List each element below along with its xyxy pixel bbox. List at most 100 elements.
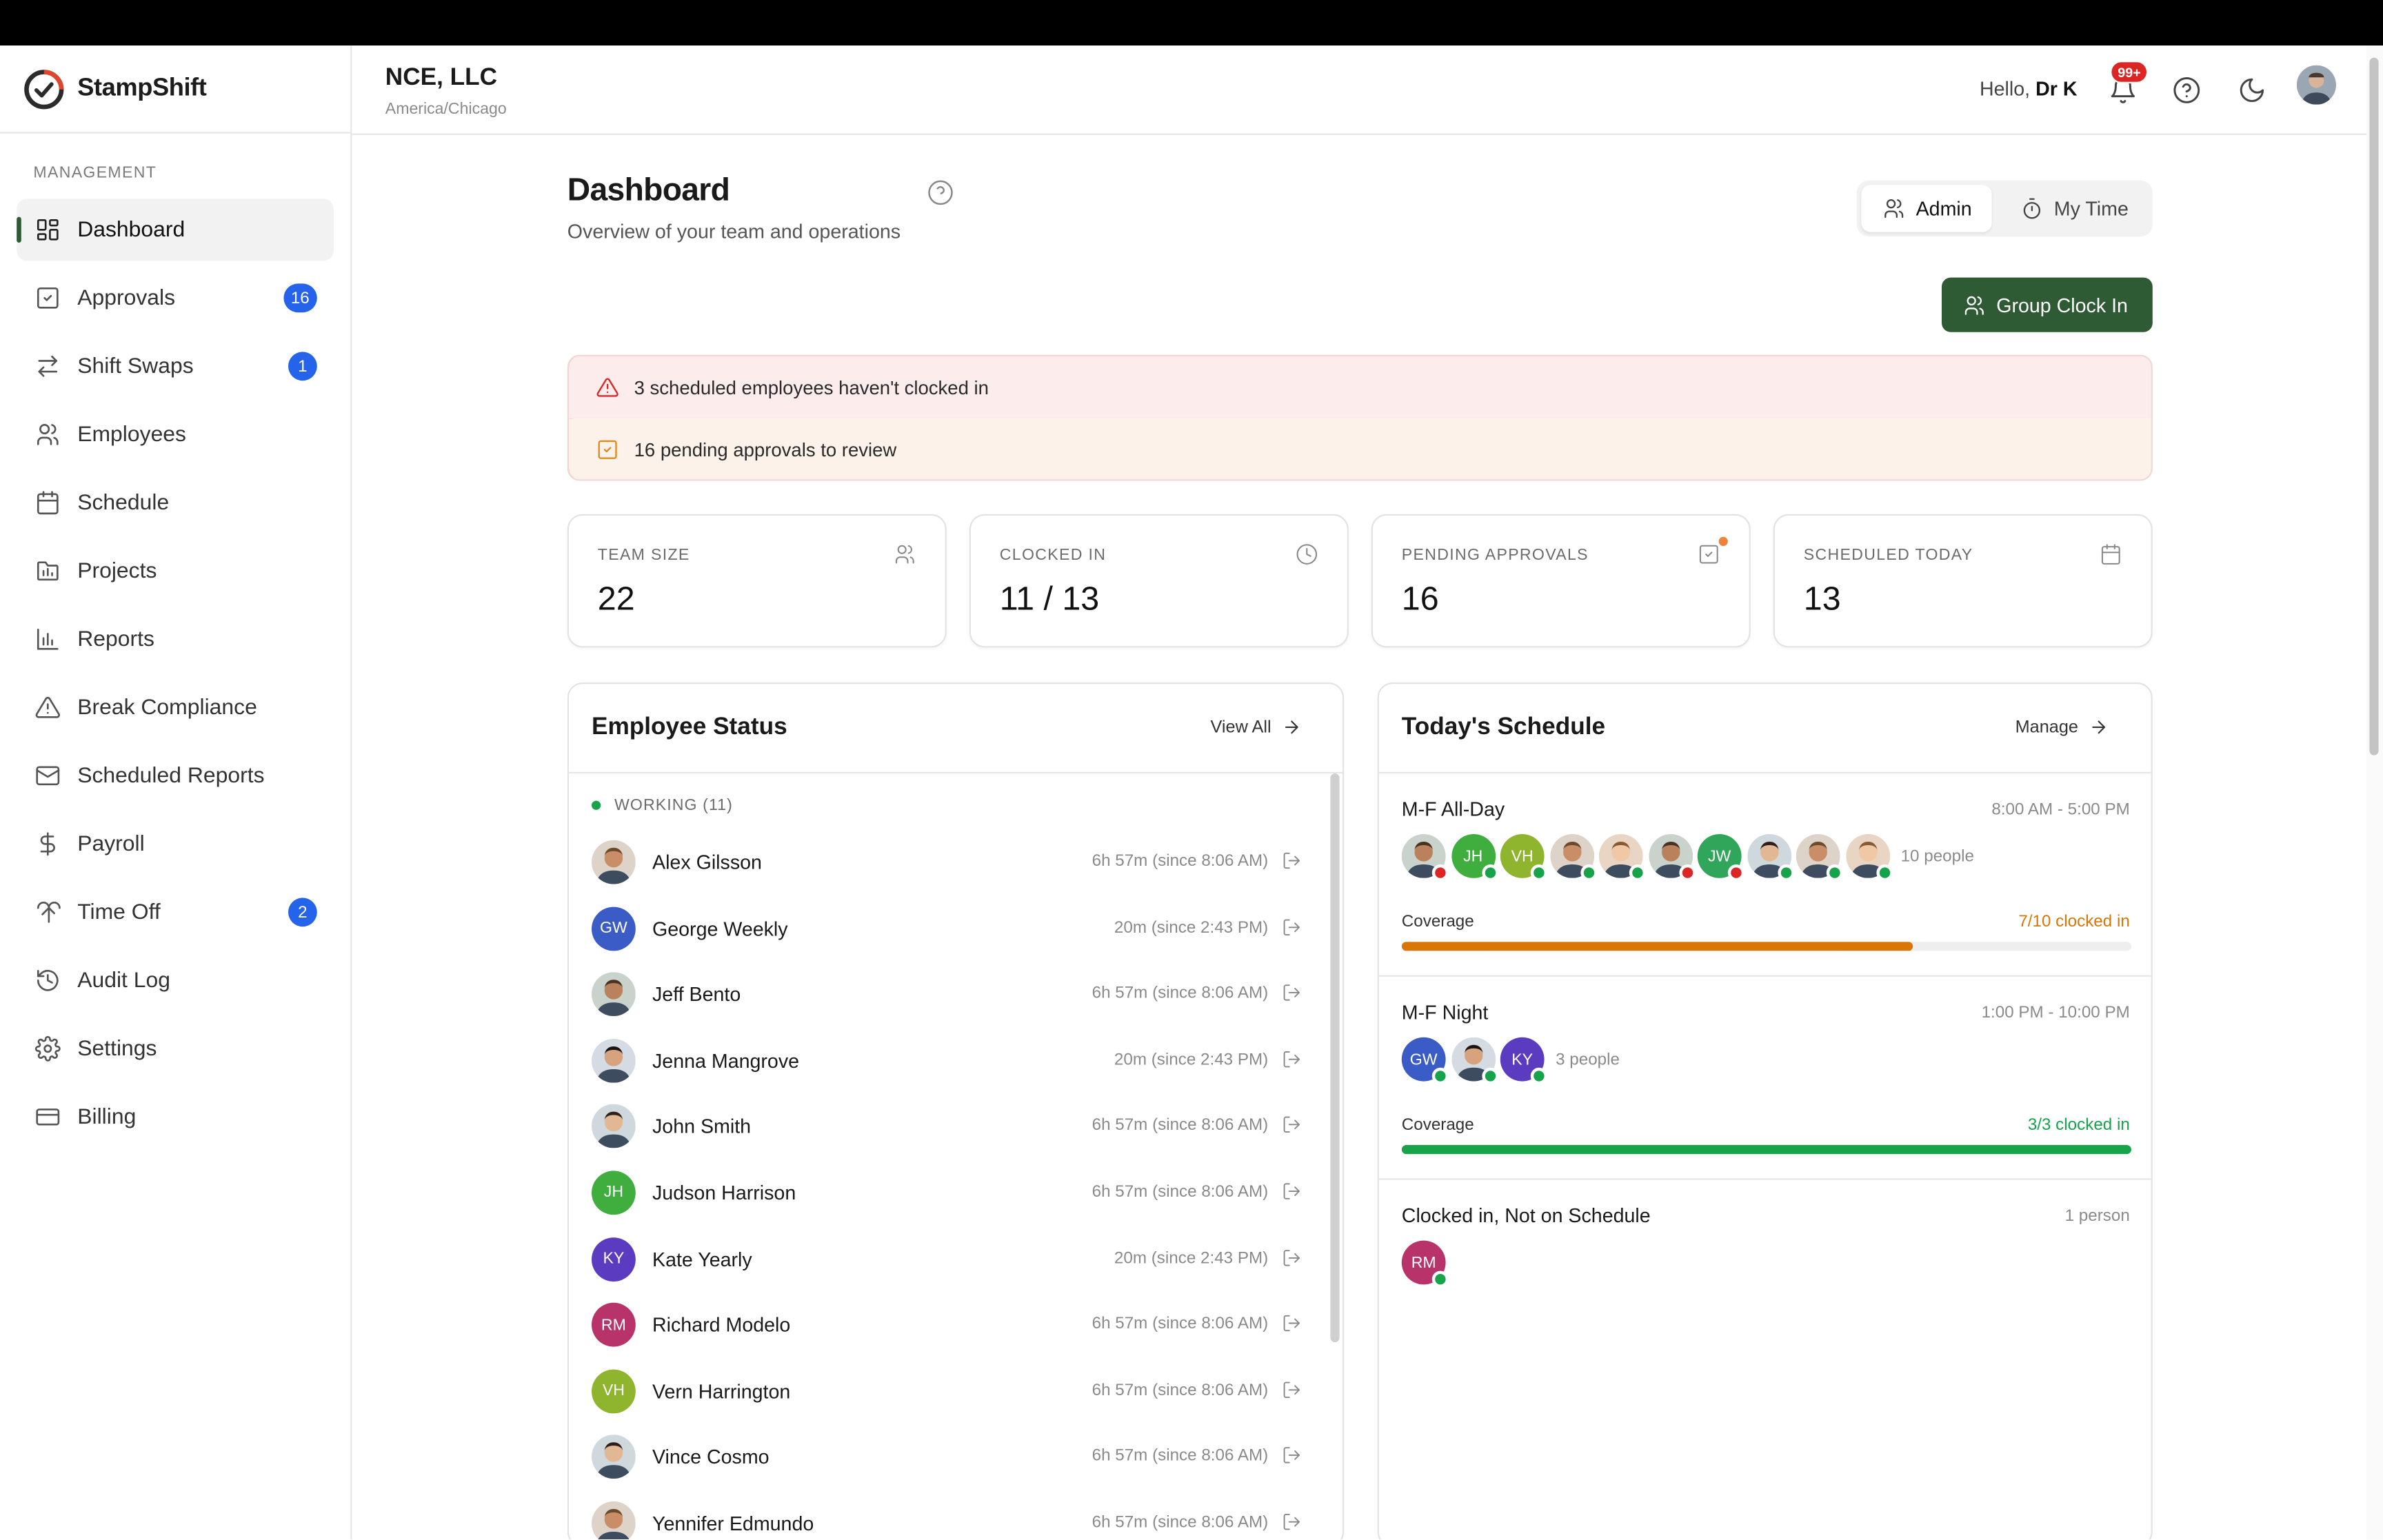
user-avatar[interactable]: [2296, 65, 2336, 105]
avatar[interactable]: [1845, 834, 1893, 882]
stat-clocked-in: CLOCKED IN 11 / 13: [969, 514, 1349, 648]
avatar[interactable]: [1549, 834, 1597, 882]
help-icon: [2173, 76, 2200, 103]
employee-row[interactable]: JH Judson Harrison 6h 57m (since 8:06 AM): [569, 1160, 1327, 1226]
avatar[interactable]: GW: [1401, 1037, 1449, 1084]
alert-missing-clock-ins[interactable]: 3 scheduled employees haven't clocked in: [569, 356, 2151, 419]
employee-row[interactable]: KY Kate Yearly 20m (since 2:43 PM): [569, 1226, 1327, 1293]
avatar[interactable]: JH: [1451, 834, 1498, 882]
shift-members: GW KY 3 people: [1401, 1037, 1620, 1084]
greeting-user-name: Dr K: [2035, 77, 2078, 101]
sidebar-item-shift-swaps[interactable]: Shift Swaps 1: [17, 335, 334, 397]
clock-out-button[interactable]: [1282, 1512, 1303, 1533]
page-scrollbar[interactable]: [2366, 45, 2383, 1539]
sidebar-item-employees[interactable]: Employees: [17, 403, 334, 465]
manage-link[interactable]: Manage: [2015, 718, 2109, 738]
working-group-text: WORKING (11): [614, 796, 733, 815]
people-count: 3 people: [1556, 1050, 1620, 1068]
dashboard-icon: [33, 216, 61, 244]
avatar[interactable]: RM: [1401, 1240, 1449, 1288]
check-square-icon: [598, 440, 617, 459]
clock-out-button[interactable]: [1282, 983, 1303, 1004]
stat-value: 16: [1401, 579, 1439, 618]
sidebar-item-badge: 1: [288, 352, 317, 381]
clock-out-button[interactable]: [1282, 1248, 1303, 1269]
coverage-value: 3/3 clocked in: [2027, 1116, 2130, 1135]
avatar[interactable]: [1796, 834, 1843, 882]
timer-icon: [2023, 198, 2041, 219]
employee-row[interactable]: Vince Cosmo 6h 57m (since 8:06 AM): [569, 1425, 1327, 1491]
card-divider: [569, 771, 1343, 773]
org-name[interactable]: NCE, LLC: [385, 65, 497, 93]
dark-mode-toggle[interactable]: [2235, 73, 2268, 106]
avatar[interactable]: [1747, 834, 1794, 882]
sidebar-item-schedule[interactable]: Schedule: [17, 472, 334, 534]
employee-row[interactable]: John Smith 6h 57m (since 8:06 AM): [569, 1094, 1327, 1160]
sidebar-item-audit-log[interactable]: Audit Log: [17, 949, 334, 1011]
avatar[interactable]: [1401, 834, 1449, 882]
avatar: JH: [592, 1171, 636, 1215]
clock-out-button[interactable]: [1282, 1049, 1303, 1071]
employee-working-time: 6h 57m (since 8:06 AM): [1092, 984, 1269, 1003]
brand[interactable]: StampShift: [0, 45, 351, 134]
sidebar-nav: Dashboard Approvals 16 Shift Swaps 1 Employee…: [0, 199, 350, 1148]
employee-working-time: 6h 57m (since 8:06 AM): [1092, 1182, 1269, 1202]
employee-working-time: 6h 57m (since 8:06 AM): [1092, 1513, 1269, 1532]
avatar[interactable]: JW: [1697, 834, 1744, 882]
alert-pending-approvals[interactable]: 16 pending approvals to review: [569, 418, 2151, 480]
status-dot: [1678, 864, 1696, 882]
employee-row[interactable]: Jenna Mangrove 20m (since 2:43 PM): [569, 1028, 1327, 1094]
stat-scheduled-today: SCHEDULED TODAY 13: [1773, 514, 2153, 648]
avatar-initials: JH: [1463, 847, 1483, 866]
sidebar-item-projects[interactable]: Projects: [17, 540, 334, 602]
avatar[interactable]: VH: [1500, 834, 1547, 882]
sidebar-item-billing[interactable]: Billing: [17, 1086, 334, 1148]
sidebar-item-time-off[interactable]: Time Off 2: [17, 881, 334, 943]
sidebar-item-approvals[interactable]: Approvals 16: [17, 267, 334, 329]
clock-out-button[interactable]: [1282, 851, 1303, 872]
clock-out-button[interactable]: [1282, 1115, 1303, 1137]
page-scrollbar-thumb[interactable]: [2369, 57, 2379, 756]
sidebar-item-payroll[interactable]: Payroll: [17, 813, 334, 875]
clock-out-button[interactable]: [1282, 1314, 1303, 1335]
clock-out-button[interactable]: [1282, 917, 1303, 938]
employee-name: John Smith: [652, 1115, 752, 1138]
view-all-link[interactable]: View All: [1210, 718, 1301, 738]
clock-out-button[interactable]: [1282, 1182, 1303, 1203]
employee-row[interactable]: VH Vern Harrington 6h 57m (since 8:06 AM): [569, 1359, 1327, 1425]
sidebar-item-scheduled-reports[interactable]: Scheduled Reports: [17, 744, 334, 807]
page-help-button[interactable]: [927, 179, 954, 207]
employee-status-card: Employee Status View All WORKING (11) Al…: [567, 682, 1345, 1539]
clock-out-button[interactable]: [1282, 1379, 1303, 1401]
sidebar-item-settings[interactable]: Settings: [17, 1017, 334, 1080]
moon-icon: [2239, 77, 2263, 101]
avatar[interactable]: [1648, 834, 1696, 882]
admin-view-button[interactable]: Admin: [1861, 185, 1992, 232]
employee-row[interactable]: Yennifer Edmundo 6h 57m (since 8:06 AM): [569, 1490, 1327, 1539]
unscheduled-members: RM: [1401, 1240, 1451, 1288]
employee-row[interactable]: Alex Gilsson 6h 57m (since 8:06 AM): [569, 829, 1327, 895]
sidebar-item-break-compliance[interactable]: Break Compliance: [17, 676, 334, 738]
employee-working-time: 6h 57m (since 8:06 AM): [1092, 1117, 1269, 1135]
group-clock-in-button[interactable]: Group Clock In: [1942, 277, 2153, 332]
avatar[interactable]: [1598, 834, 1646, 882]
employee-working-time: 20m (since 2:43 PM): [1114, 918, 1269, 937]
log-out-icon: [1283, 1117, 1300, 1133]
help-button[interactable]: [2169, 73, 2202, 106]
sidebar-item-dashboard[interactable]: Dashboard: [17, 199, 334, 261]
avatar[interactable]: [1451, 1037, 1498, 1084]
employee-list-scrollbar[interactable]: [1330, 773, 1340, 1342]
my-time-view-button[interactable]: My Time: [2000, 185, 2149, 232]
clock-out-button[interactable]: [1282, 1446, 1303, 1467]
coverage-bar-fill: [1401, 1145, 2131, 1155]
status-dot: [1530, 1067, 1547, 1084]
sidebar-item-label: Time Off: [77, 900, 161, 924]
working-group-label: WORKING (11): [592, 796, 733, 814]
employee-row[interactable]: RM Richard Modelo 6h 57m (since 8:06 AM): [569, 1293, 1327, 1359]
employee-row[interactable]: GW George Weekly 20m (since 2:43 PM): [569, 895, 1327, 962]
avatar[interactable]: KY: [1500, 1037, 1547, 1084]
sidebar-item-reports[interactable]: Reports: [17, 608, 334, 670]
employee-row[interactable]: Jeff Bento 6h 57m (since 8:06 AM): [569, 962, 1327, 1028]
unscheduled-block: Clocked in, Not on Schedule 1 person RM: [1379, 1180, 2151, 1317]
stat-value: 11 / 13: [999, 579, 1100, 618]
